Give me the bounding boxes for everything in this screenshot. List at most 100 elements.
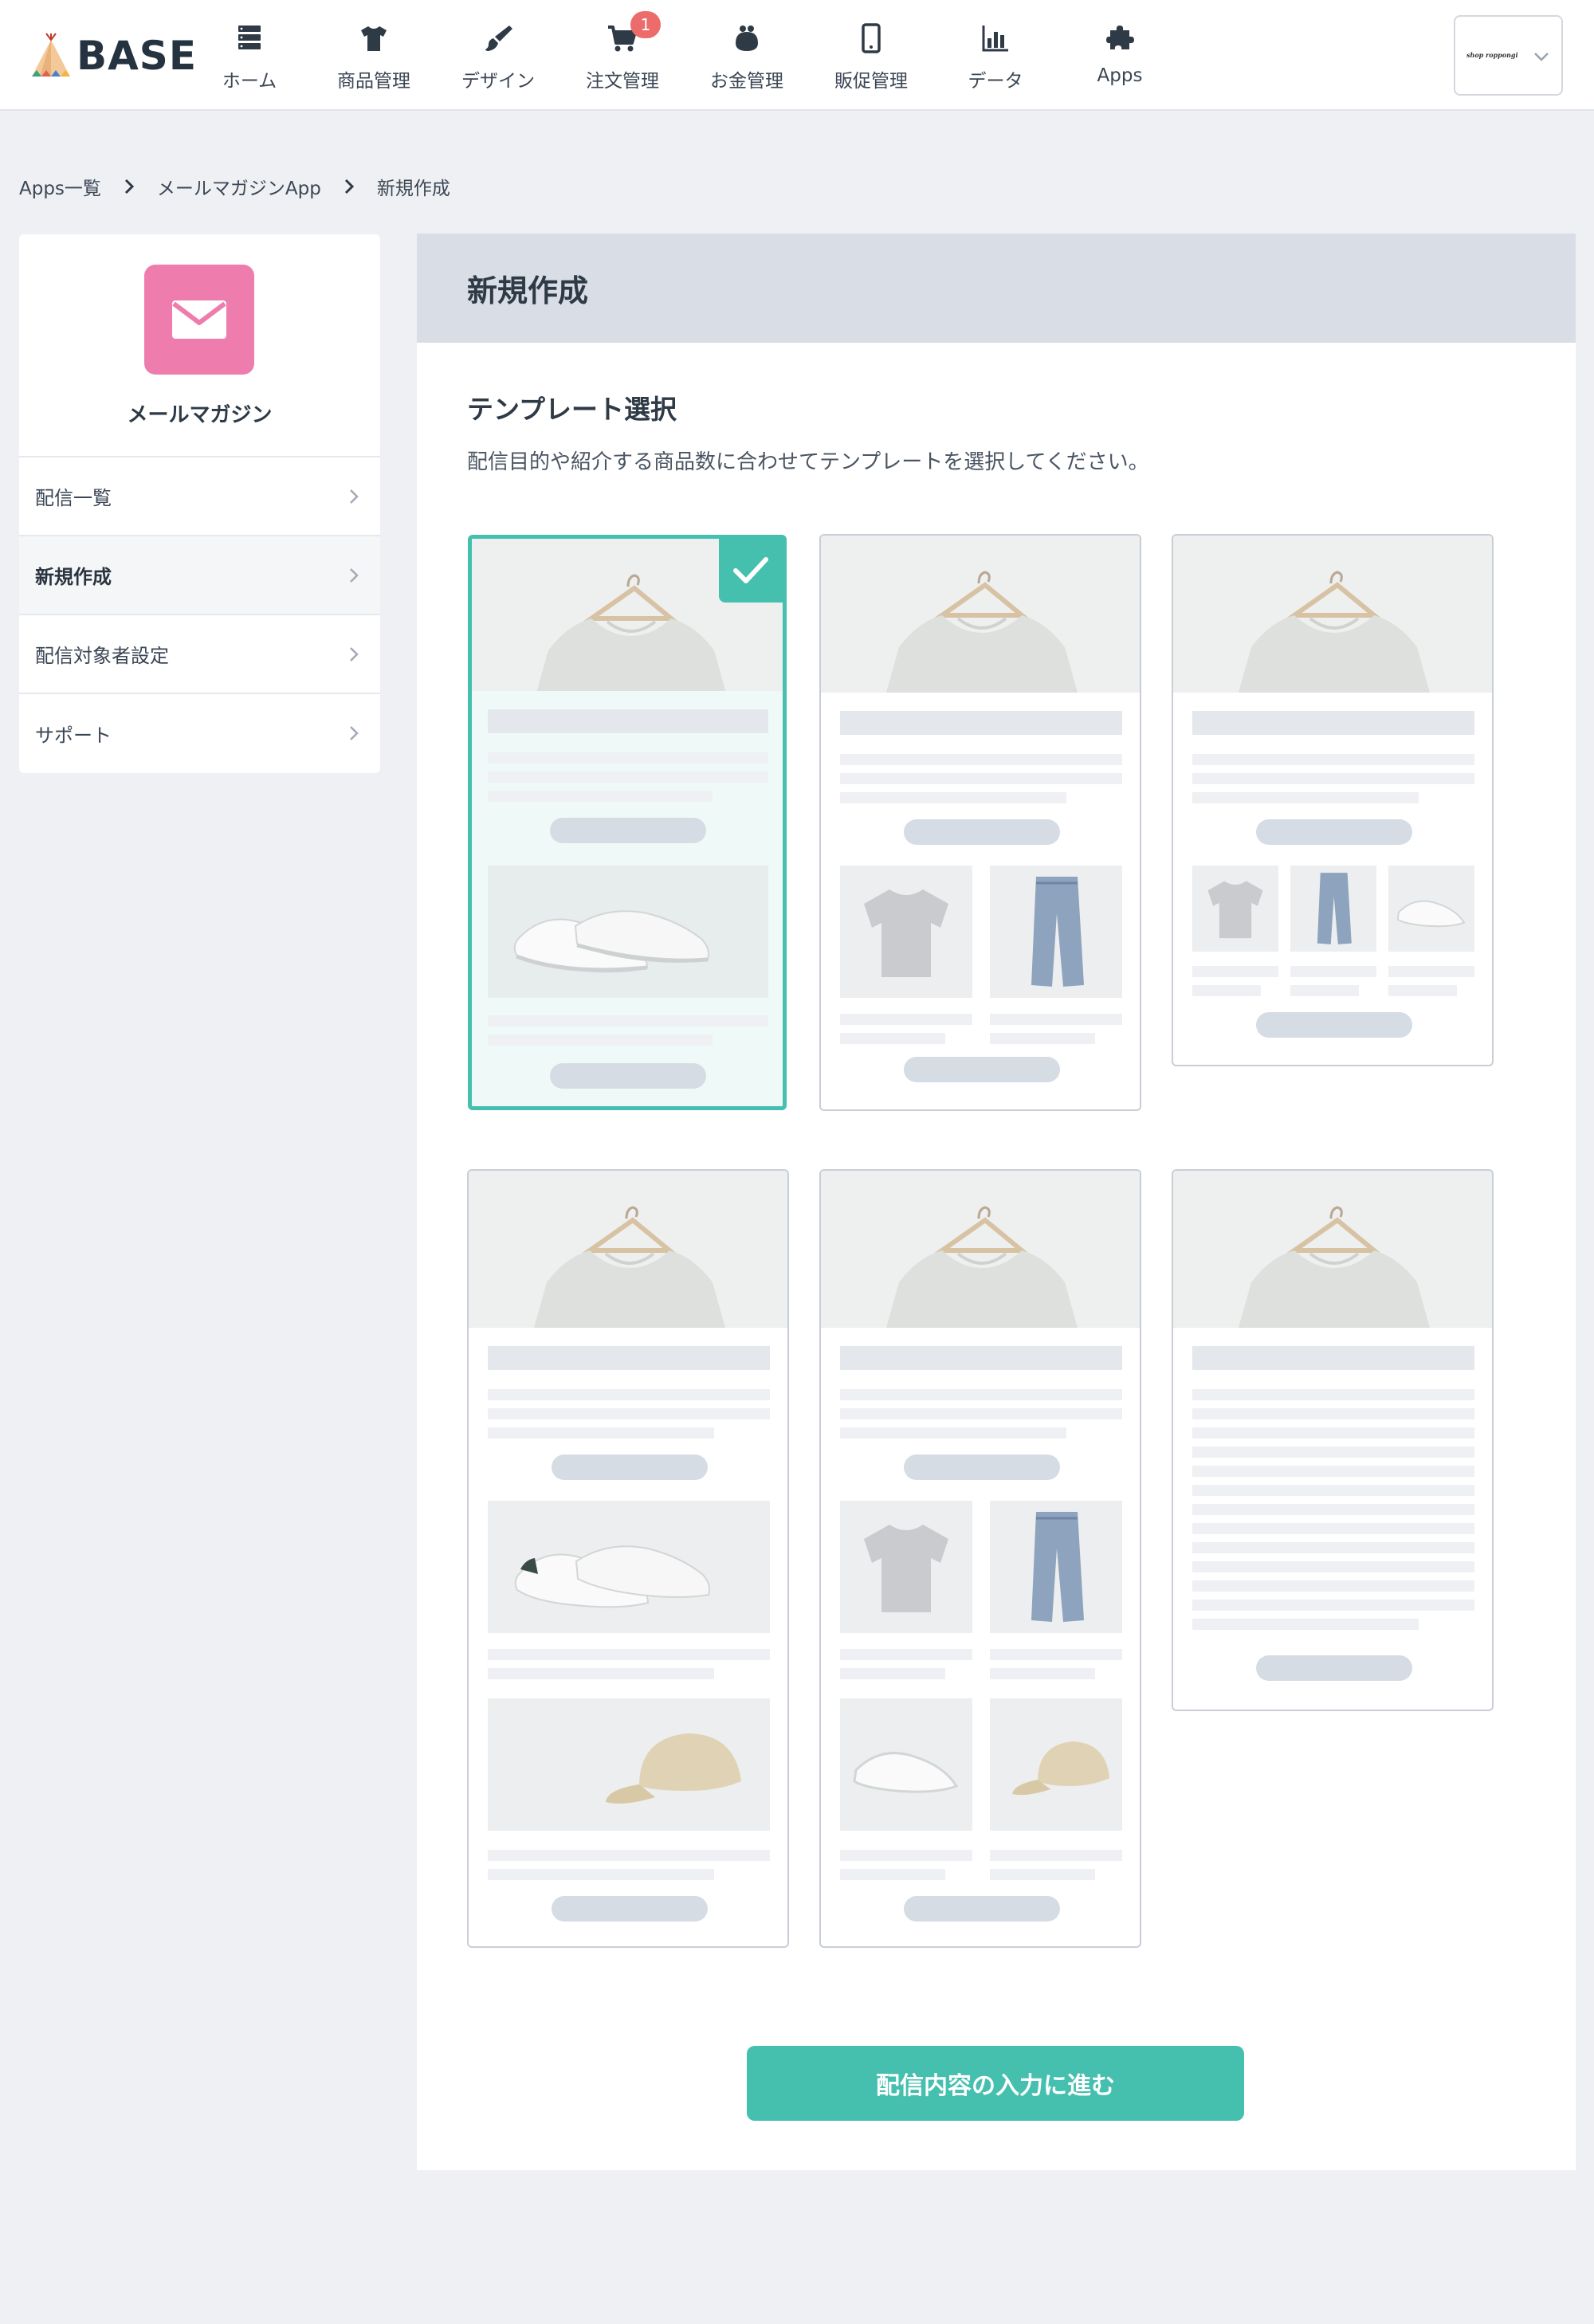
template-card-5[interactable] — [819, 1169, 1141, 1948]
nav-money[interactable]: お金管理 — [691, 19, 803, 95]
jeans-icon — [1031, 877, 1084, 987]
nav-design[interactable]: デザイン — [442, 19, 554, 95]
sidebar-item-label: サポート — [35, 724, 112, 747]
placeholder-heading — [488, 1346, 770, 1370]
sidebar-item-delivery-list[interactable]: 配信一覧 — [19, 457, 380, 536]
placeholder-line — [488, 1668, 714, 1679]
nav-label: Apps — [1097, 65, 1143, 86]
cap-icon — [606, 1733, 741, 1804]
placeholder-heading — [840, 711, 1122, 735]
placeholder-button — [550, 818, 706, 843]
breadcrumb-current: 新規作成 — [376, 179, 450, 199]
selected-check-badge — [719, 539, 783, 603]
hero-image — [821, 536, 1140, 693]
placeholder-line — [1192, 1504, 1474, 1515]
page-title: 新規作成 — [417, 234, 1576, 343]
placeholder-line — [840, 1649, 972, 1660]
placeholder-line — [1290, 985, 1359, 996]
section-description: 配信目的や紹介する商品数に合わせてテンプレートを選択してください。 — [467, 450, 1149, 474]
tshirt-image — [840, 866, 972, 998]
nav-data[interactable]: データ — [940, 19, 1051, 95]
template-card-6[interactable] — [1172, 1169, 1494, 1711]
placeholder-line — [488, 1427, 714, 1439]
placeholder-button — [1256, 1655, 1412, 1681]
placeholder-button — [550, 1063, 706, 1089]
jeans-image — [990, 866, 1122, 998]
nav-apps[interactable]: Apps — [1064, 19, 1176, 95]
placeholder-line — [990, 1033, 1095, 1044]
chevron-right-icon — [350, 568, 359, 583]
breadcrumb-mailmagazine-app[interactable]: メールマガジンApp — [157, 173, 321, 200]
sidebar-item-support[interactable]: サポート — [19, 694, 380, 773]
placeholder-heading — [840, 1346, 1122, 1370]
placeholder-line — [840, 1427, 1066, 1439]
placeholder-button — [904, 819, 1060, 845]
placeholder-line — [1192, 985, 1261, 996]
nav-label: 注文管理 — [586, 71, 659, 92]
server-icon — [238, 26, 261, 49]
chevron-right-icon — [350, 647, 359, 661]
proceed-button[interactable]: 配信内容の入力に進む — [747, 2046, 1244, 2121]
shop-name: shop roppongi — [1466, 51, 1518, 59]
placeholder-line — [1388, 985, 1457, 996]
sidebar-item-label: 配信一覧 — [35, 487, 112, 509]
nav-home[interactable]: ホーム — [194, 19, 305, 95]
placeholder-line — [1192, 966, 1278, 977]
nav-orders[interactable]: 注文管理 1 — [567, 11, 678, 95]
tshirt-image — [1192, 866, 1278, 952]
placeholder-line — [1192, 792, 1419, 803]
placeholder-line — [1192, 1427, 1474, 1439]
placeholder-button — [1256, 1012, 1412, 1038]
template-card-2[interactable] — [819, 534, 1141, 1111]
tshirt-product-icon — [864, 889, 948, 977]
placeholder-line — [488, 752, 768, 764]
sneaker-icon — [514, 1545, 710, 1608]
placeholder-button — [904, 1057, 1060, 1082]
placeholder-button — [552, 1454, 708, 1480]
template-card-4[interactable] — [467, 1169, 789, 1948]
nav-promotion[interactable]: 販促管理 — [815, 19, 927, 95]
nav-label: お金管理 — [710, 71, 783, 92]
shop-selector[interactable]: shop roppongi — [1454, 15, 1563, 96]
placeholder-line — [488, 1850, 770, 1861]
cap-image — [488, 1698, 770, 1831]
template-card-3[interactable] — [1172, 534, 1494, 1066]
placeholder-line — [840, 1014, 972, 1025]
jeans-image — [1290, 866, 1376, 952]
placeholder-button — [1256, 819, 1412, 845]
placeholder-line — [840, 792, 1066, 803]
smartphone-icon — [862, 23, 881, 53]
template-card-1[interactable] — [468, 535, 787, 1110]
app-title: メールマガジン — [127, 403, 273, 427]
base-logo[interactable]: BASE — [29, 29, 197, 83]
sidebar-item-new[interactable]: 新規作成 — [19, 536, 380, 615]
placeholder-line — [840, 754, 1122, 765]
sidebar-item-recipients[interactable]: 配信対象者設定 — [19, 615, 380, 694]
placeholder-line — [1388, 966, 1474, 977]
sweater-on-hanger-icon — [1175, 536, 1492, 693]
hero-image — [821, 1171, 1140, 1328]
placeholder-line — [1192, 1408, 1474, 1419]
placeholder-line — [488, 1034, 713, 1046]
placeholder-button — [904, 1454, 1060, 1480]
nav-label: ホーム — [222, 71, 277, 92]
puzzle-icon — [1106, 26, 1134, 49]
placeholder-line — [840, 1869, 945, 1880]
placeholder-line — [1192, 1580, 1474, 1592]
placeholder-line — [488, 1015, 768, 1027]
placeholder-line — [840, 1668, 945, 1679]
tent-logo-icon — [32, 33, 70, 77]
placeholder-line — [990, 1668, 1095, 1679]
cap-image — [990, 1698, 1122, 1831]
sneaker-icon — [513, 910, 709, 973]
placeholder-line — [488, 791, 713, 802]
sneaker-icon — [1396, 900, 1466, 928]
order-count-badge: 1 — [630, 11, 661, 38]
nav-products[interactable]: 商品管理 — [318, 19, 430, 95]
placeholder-line — [488, 771, 768, 783]
app-sidebar: メールマガジン 配信一覧 新規作成 配信対象者設定 サポート — [19, 234, 380, 773]
breadcrumb: Apps一覧 メールマガジンApp 新規作成 — [19, 172, 450, 201]
placeholder-line — [1192, 1619, 1419, 1630]
breadcrumb-apps-list[interactable]: Apps一覧 — [19, 173, 101, 200]
purse-icon — [736, 26, 758, 51]
